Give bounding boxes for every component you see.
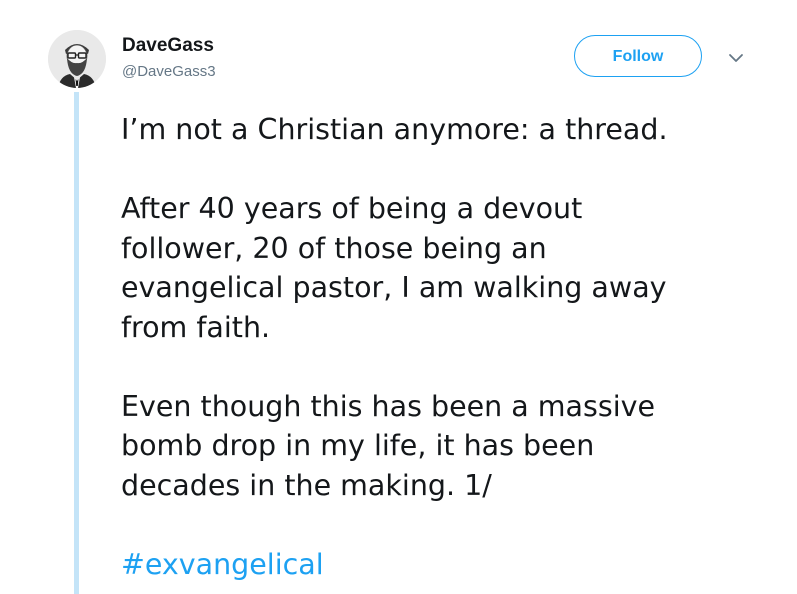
author-handle[interactable]: @DaveGass3 xyxy=(122,62,216,82)
chevron-down-icon xyxy=(729,54,743,62)
thread-connector-line xyxy=(74,92,79,594)
tweet-text: I’m not a Christian anymore: a thread. A… xyxy=(121,110,741,584)
tweet-line: follower, 20 of those being an xyxy=(121,231,547,265)
tweet-paragraph: After 40 years of being a devout followe… xyxy=(121,189,741,347)
tweet-line: from faith. xyxy=(121,310,271,344)
tweet-menu-button[interactable] xyxy=(725,47,747,69)
tweet-line: After 40 years of being a devout xyxy=(121,192,583,225)
avatar[interactable] xyxy=(48,30,106,88)
author-display-name[interactable]: DaveGass xyxy=(122,34,214,58)
tweet-paragraph: Even though this has been a massive bomb… xyxy=(121,387,741,506)
tweet-line: bomb drop in my life, it has been xyxy=(121,429,595,462)
tweet-line: evangelical pastor, I am walking away xyxy=(121,271,667,304)
follow-button[interactable]: Follow xyxy=(574,35,702,77)
hashtag-link[interactable]: #exvangelical xyxy=(121,548,324,581)
bearded-man-avatar-icon xyxy=(48,30,106,88)
tweet-line: I’m not a Christian anymore: a thread. xyxy=(121,113,668,146)
tweet-line: Even though this has been a massive xyxy=(121,389,656,423)
tweet-line: decades in the making. 1/ xyxy=(121,468,492,502)
